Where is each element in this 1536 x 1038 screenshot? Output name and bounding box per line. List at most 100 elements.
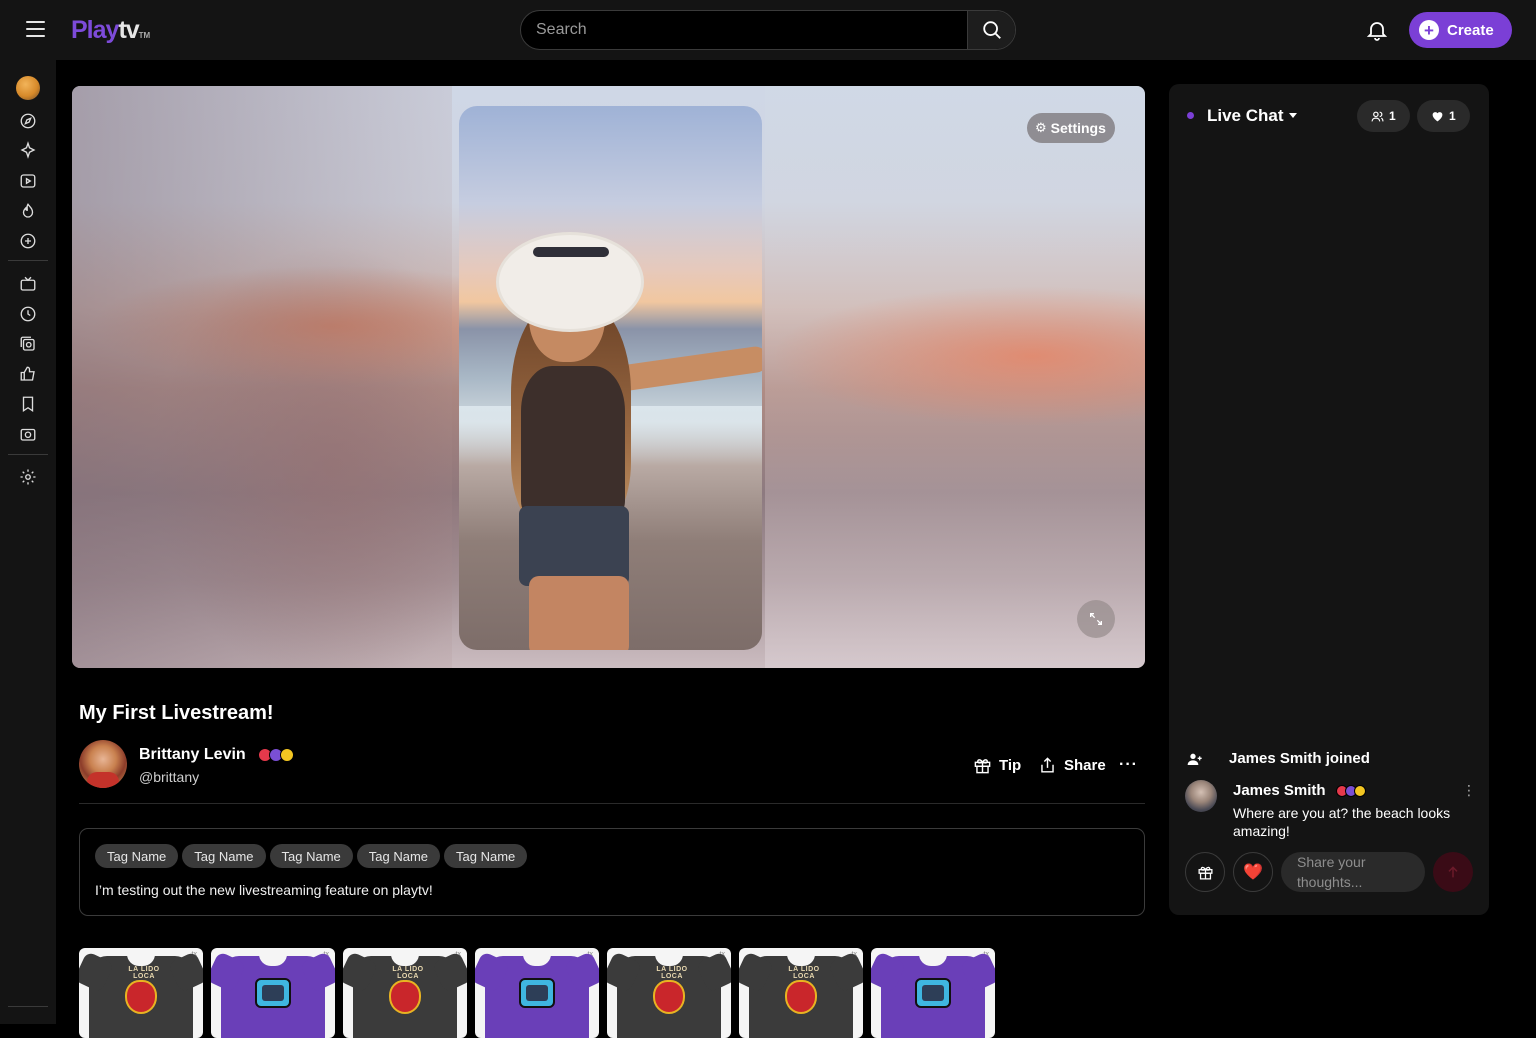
chat-input-placeholder: Share your thoughts... xyxy=(1297,854,1366,890)
join-text: James Smith joined xyxy=(1229,750,1370,767)
heart-icon: ❤️ xyxy=(1243,864,1263,881)
merch-card[interactable]: txLA LIDO LOCA xyxy=(739,948,863,1038)
send-button[interactable] xyxy=(1433,852,1473,892)
user-plus-icon xyxy=(1187,753,1202,765)
divider xyxy=(79,803,1145,804)
host-name-text: Brittany Levin xyxy=(139,746,246,763)
tshirt-image: LA LIDO LOCA xyxy=(343,951,467,1038)
user-badges xyxy=(1335,785,1366,798)
search-input[interactable] xyxy=(521,11,969,49)
tag-chip[interactable]: Tag Name xyxy=(444,844,528,868)
add-circle-icon[interactable] xyxy=(18,231,38,251)
video-blur-right xyxy=(765,86,1145,668)
mask-graphic: LA LIDO LOCA xyxy=(389,966,423,1014)
join-notice: James Smith joined xyxy=(1187,750,1370,767)
mask-graphic: LA LIDO LOCA xyxy=(653,966,687,1014)
merch-card[interactable]: txLA LIDO LOCA xyxy=(79,948,203,1038)
merch-card[interactable]: tx xyxy=(211,948,335,1038)
message-text: Where are you at? the beach looks amazin… xyxy=(1233,805,1451,839)
tv-icon[interactable] xyxy=(18,274,38,294)
create-label: Create xyxy=(1447,21,1494,39)
sidebar-divider xyxy=(8,1006,48,1007)
print-text: LA LIDO LOCA xyxy=(788,966,820,980)
viewers-count: 1 xyxy=(1389,109,1396,123)
tshirt-image: LA LIDO LOCA xyxy=(607,951,731,1038)
heart-icon xyxy=(1432,111,1443,121)
gear-icon[interactable] xyxy=(18,467,38,487)
print-text: LA LIDO LOCA xyxy=(392,966,424,980)
host-name[interactable]: Brittany Levin xyxy=(139,746,295,764)
gift-button[interactable] xyxy=(1185,852,1225,892)
history-icon[interactable] xyxy=(18,304,38,324)
tag-chip[interactable]: Tag Name xyxy=(95,844,179,868)
sparkle-icon[interactable] xyxy=(18,140,38,160)
like-icon[interactable] xyxy=(18,364,38,384)
avatar[interactable] xyxy=(16,76,40,100)
gift-icon xyxy=(974,758,991,773)
message-username-text: James Smith xyxy=(1233,782,1326,799)
arrow-up-icon xyxy=(1448,866,1458,878)
chat-title[interactable]: Live Chat xyxy=(1207,106,1284,126)
video-blur-left xyxy=(72,86,452,668)
tshirt-image: LA LIDO LOCA xyxy=(79,951,203,1038)
search-button[interactable] xyxy=(967,11,1015,49)
live-chat-panel: Live Chat 1 1 James Smith joined James S… xyxy=(1169,84,1489,915)
sidebar-divider xyxy=(8,260,48,261)
host-badges xyxy=(258,747,295,762)
viewers-pill[interactable]: 1 xyxy=(1357,100,1410,132)
notifications-button[interactable] xyxy=(1365,18,1389,42)
tag-chip[interactable]: Tag Name xyxy=(182,844,266,868)
collection-icon[interactable] xyxy=(18,334,38,354)
logo[interactable]: PlaytvTM xyxy=(71,16,150,45)
likes-count: 1 xyxy=(1449,109,1456,123)
stream-description: I’m testing out the new livestreaming fe… xyxy=(95,882,433,898)
top-bar: PlaytvTM + Create xyxy=(0,0,1536,60)
heart-reaction-button[interactable]: ❤️ xyxy=(1233,852,1273,892)
likes-pill[interactable]: 1 xyxy=(1417,100,1470,132)
chat-input[interactable]: Share your thoughts... xyxy=(1281,852,1425,892)
play-icon[interactable] xyxy=(18,171,38,191)
chevron-down-icon[interactable] xyxy=(1289,113,1297,118)
more-options-button[interactable]: ··· xyxy=(1119,752,1138,778)
share-icon xyxy=(1041,756,1054,773)
host-avatar[interactable] xyxy=(79,740,127,788)
menu-icon[interactable] xyxy=(26,21,45,37)
message-avatar[interactable] xyxy=(1185,780,1217,812)
video-player[interactable]: ⚙ Settings xyxy=(72,86,1145,668)
merch-card[interactable]: tx xyxy=(871,948,995,1038)
settings-button[interactable]: ⚙ Settings xyxy=(1027,113,1115,143)
share-button[interactable]: Share xyxy=(1038,752,1106,778)
create-button[interactable]: + Create xyxy=(1409,12,1512,48)
search-icon xyxy=(982,21,1001,39)
tshirt-image: LA LIDO LOCA xyxy=(739,951,863,1038)
logo-trademark: TM xyxy=(138,31,151,40)
merch-card[interactable]: txLA LIDO LOCA xyxy=(607,948,731,1038)
mask-graphic: LA LIDO LOCA xyxy=(125,966,159,1014)
tshirt-image xyxy=(475,951,599,1038)
mask-graphic: LA LIDO LOCA xyxy=(785,966,819,1014)
message-options-icon[interactable]: ⋮ xyxy=(1462,782,1476,799)
bookmark-icon[interactable] xyxy=(18,394,38,414)
tip-button[interactable]: Tip xyxy=(973,752,1021,778)
sidebar-divider xyxy=(8,454,48,455)
gift-icon xyxy=(1197,866,1213,880)
tshirt-image xyxy=(871,951,995,1038)
print-text: LA LIDO LOCA xyxy=(128,966,160,980)
fire-icon[interactable] xyxy=(18,201,38,221)
tag-chip[interactable]: Tag Name xyxy=(356,844,440,868)
share-label: Share xyxy=(1064,756,1106,774)
merch-card[interactable]: tx xyxy=(475,948,599,1038)
hat xyxy=(496,232,644,332)
video-frame xyxy=(459,106,762,650)
host-handle: @brittany xyxy=(139,769,200,785)
print-text: LA LIDO LOCA xyxy=(656,966,688,980)
message-username[interactable]: James Smith xyxy=(1233,782,1366,799)
fullscreen-button[interactable] xyxy=(1077,600,1115,638)
merch-card[interactable]: txLA LIDO LOCA xyxy=(343,948,467,1038)
tag-list: Tag Name Tag Name Tag Name Tag Name Tag … xyxy=(95,844,531,868)
tag-chip[interactable]: Tag Name xyxy=(269,844,353,868)
explore-icon[interactable] xyxy=(18,111,38,131)
camera-icon[interactable] xyxy=(18,424,38,444)
tv-graphic xyxy=(519,978,555,1008)
expand-icon xyxy=(1090,613,1102,625)
